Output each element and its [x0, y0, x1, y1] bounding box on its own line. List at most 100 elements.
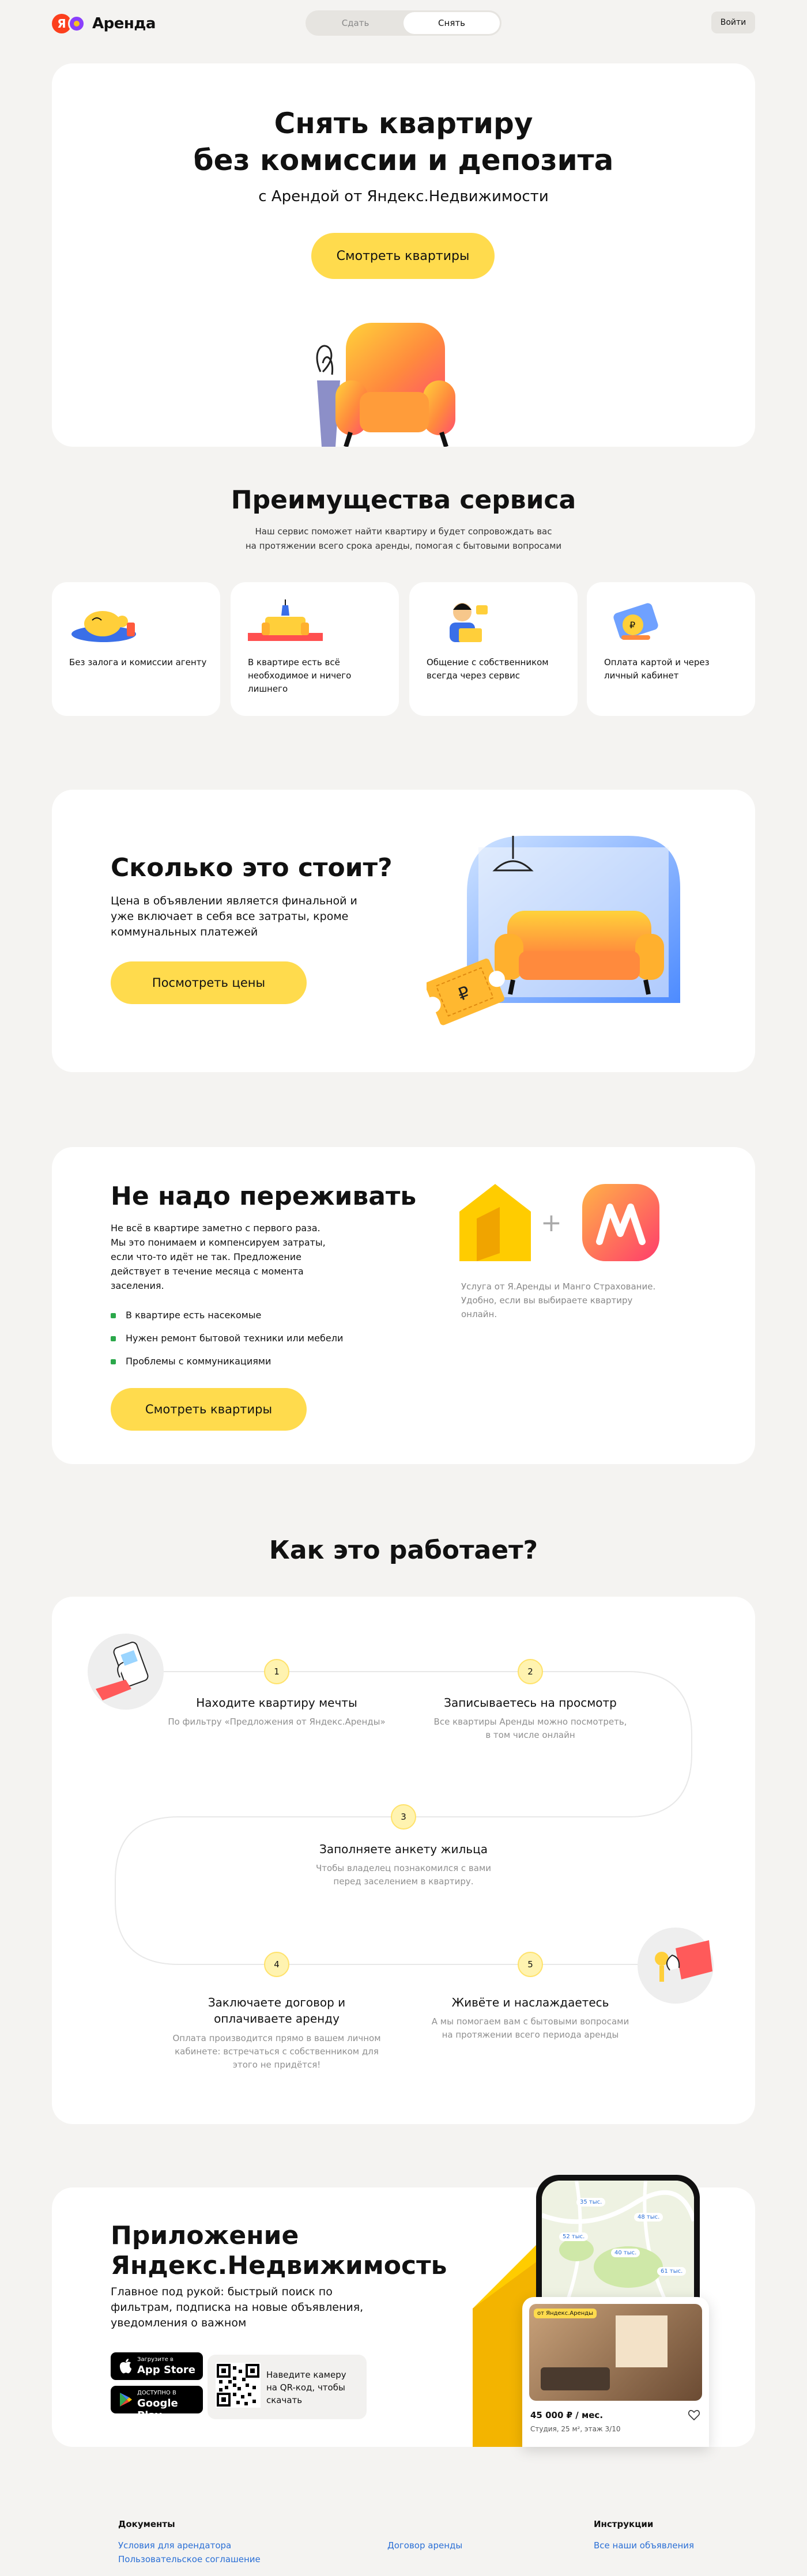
price-title: Сколько это стоит?	[111, 853, 393, 882]
guarantee-section: Не надо переживать Не всё в квартире зам…	[52, 1147, 755, 1464]
hero-subtitle: с Арендой от Яндекс.Недвижимости	[258, 188, 549, 205]
map-pin[interactable]: 40 тыс.	[611, 2249, 640, 2257]
step-number-3: 3	[391, 1804, 416, 1830]
logo[interactable]: Я Аренда	[52, 14, 156, 33]
listing-card[interactable]: от Яндекс.Аренды 45 000 ₽ / мес. Студия,…	[522, 2297, 709, 2447]
step-number-4: 4	[264, 1952, 289, 1977]
footer-link-tenant-terms[interactable]: Условия для арендатора	[118, 2539, 261, 2552]
guarantee-title: Не надо переживать	[111, 1182, 417, 1211]
hero-title-line1: Снять квартиру	[274, 107, 533, 140]
step-text-1: По фильтру «Предложения от Яндекс.Аренды…	[168, 1717, 386, 1727]
listing-badge: от Яндекс.Аренды	[534, 2309, 597, 2318]
arenda-logo-icon	[68, 15, 85, 32]
svg-text:₽: ₽	[629, 620, 635, 631]
listing-sofa	[541, 2367, 610, 2390]
list-item: В квартире есть насекомые	[111, 1304, 343, 1327]
insurance-text: Услуга от Я.Аренды и Манго Страхование. …	[461, 1281, 656, 1319]
app-store-label: App Store	[137, 2364, 195, 2376]
hand-keys-icon	[638, 1928, 714, 2004]
map-pin[interactable]: 35 тыс.	[576, 2198, 606, 2207]
google-play-small-label: ДОСТУПНО В	[137, 2390, 176, 2396]
step-title-2: Записываетесь на просмотр	[444, 1696, 617, 1710]
header: Я Аренда Сдать Снять Войти	[0, 0, 807, 46]
view-prices-button[interactable]: Посмотреть цены	[111, 961, 307, 1004]
guarantee-description: Не всё в квартире заметно с первого раза…	[111, 1223, 326, 1291]
map-view	[542, 2181, 694, 2307]
step-title-5: Живёте и наслаждаетесь	[451, 1996, 609, 2009]
footer-link-all-listings[interactable]: Все наши объявления	[594, 2539, 694, 2552]
yandex-arenda-house-logo-icon	[459, 1184, 531, 1261]
footer-link-user-agreement[interactable]: Пользовательское соглашение	[118, 2552, 261, 2566]
step-number-1: 1	[264, 1659, 289, 1684]
footer-documents: Документы Условия для арендатора Пользов…	[118, 2519, 261, 2566]
app-title: Приложение Яндекс.Недвижимость	[111, 2221, 447, 2281]
step-title-4: Заключаете договор и оплачиваете аренду	[208, 1996, 346, 2026]
google-play-button[interactable]: ДОСТУПНО В Google Play	[111, 2386, 203, 2422]
footer-instructions: Инструкции Все наши объявления	[594, 2519, 694, 2552]
armchair-illustration	[316, 323, 455, 447]
apple-icon	[119, 2359, 131, 2374]
tab-sdat[interactable]: Сдать	[307, 12, 404, 34]
piggy-bank-icon	[71, 611, 136, 642]
advantage-text: Общение с собственником всегда через сер…	[427, 657, 549, 681]
footer-documents-heading: Документы	[118, 2519, 175, 2529]
app-store-small-label: Загрузите в	[137, 2356, 174, 2363]
how-it-works-title: Как это работает?	[269, 1536, 538, 1565]
map-pin[interactable]: 61 тыс.	[657, 2267, 687, 2276]
step-text-2: Все квартиры Аренды можно посмотреть, в …	[433, 1717, 627, 1740]
google-play-label: Google Play	[137, 2397, 178, 2422]
app-description: Главное под рукой: быстрый поиск по филь…	[111, 2285, 364, 2329]
view-apartments-button-2[interactable]: Смотреть квартиры	[111, 1388, 307, 1431]
guarantee-list: В квартире есть насекомые Нужен ремонт б…	[111, 1304, 343, 1373]
app-title-line1: Приложение	[111, 2221, 299, 2250]
map-pin[interactable]: 52 тыс.	[559, 2232, 589, 2241]
page: Я Аренда Сдать Снять Войти Снять квартир…	[0, 0, 807, 2576]
step-text-5: А мы помогаем вам с бытовыми вопросами н…	[431, 2016, 629, 2040]
advantage-text: Без залога и комиссии агенту	[69, 657, 207, 667]
sofa-lamp-icon	[248, 599, 323, 641]
advantages-subtitle-line1: Наш сервис поможет найти квартиру и буде…	[255, 526, 552, 537]
footer: Документы Условия для арендатора Пользов…	[0, 2513, 807, 2576]
list-item: Нужен ремонт бытовой техники или мебели	[111, 1327, 343, 1350]
step-number-2: 2	[518, 1659, 543, 1684]
advantage-card-no-deposit: Без залога и комиссии агенту	[52, 582, 220, 716]
favorite-heart-icon[interactable]	[688, 2410, 700, 2420]
how-it-works-section: 1 Находите квартиру мечты По фильтру «Пр…	[52, 1597, 755, 2124]
price-section: Сколько это стоит? Цена в объявлении явл…	[52, 790, 755, 1072]
listing-photo: от Яндекс.Аренды	[529, 2304, 702, 2401]
listing-description: Студия, 25 м², этаж 3/10	[530, 2425, 621, 2433]
app-title-line2: Яндекс.Недвижимость	[111, 2251, 447, 2280]
price-description: Цена в объявлении является финальной и у…	[111, 895, 357, 938]
qr-code-block: Наведите камеру на QR-код, чтобы скачать	[208, 2355, 367, 2419]
list-item: Проблемы с коммуникациями	[111, 1350, 343, 1373]
advantage-card-payment: ₽ Оплата картой и через личный кабинет	[587, 582, 755, 716]
view-apartments-button[interactable]: Смотреть квартиры	[311, 233, 495, 279]
rent-mode-switcher: Сдать Снять	[306, 10, 501, 36]
logo-text: Аренда	[92, 15, 156, 32]
qr-code-icon	[216, 2363, 261, 2408]
advantages-subtitle: Наш сервис поможет найти квартиру и буде…	[231, 525, 576, 553]
qr-instruction: Наведите камеру на QR-код, чтобы скачать	[266, 2370, 346, 2405]
hand-phone-icon	[88, 1634, 164, 1710]
app-section: Приложение Яндекс.Недвижимость Главное п…	[52, 2175, 755, 2447]
tab-snyat[interactable]: Снять	[404, 12, 500, 34]
sofa-room-illustration: ₽	[427, 836, 680, 1025]
listing-price: 45 000 ₽ / мес.	[530, 2410, 604, 2420]
card-payment-icon: ₽	[613, 603, 658, 640]
advantages-subtitle-line2: на протяжении всего срока аренды, помога…	[245, 541, 562, 551]
step-text-4: Оплата производится прямо в вашем личном…	[172, 2033, 381, 2070]
advantage-text: Оплата картой и через личный кабинет	[604, 657, 710, 681]
map-pin[interactable]: 48 тыс.	[634, 2213, 663, 2222]
step-number-5: 5	[518, 1952, 543, 1977]
login-button[interactable]: Войти	[711, 12, 755, 33]
step-title-1: Находите квартиру мечты	[196, 1696, 357, 1710]
footer-link-rent-contract[interactable]: Договор аренды	[387, 2539, 462, 2552]
step-title-3: Заполняете анкету жильца	[319, 1842, 488, 1856]
google-play-icon	[120, 2393, 132, 2407]
hero-section: Снять квартиру без комиссии и депозита с…	[52, 63, 755, 447]
hero-title-line2: без комиссии и депозита	[193, 144, 614, 177]
footer-contracts: Договор аренды	[387, 2519, 462, 2552]
advantage-card-furnished: В квартире есть всё необходимое и ничего…	[231, 582, 399, 716]
app-store-button[interactable]: Загрузите в App Store	[111, 2352, 203, 2380]
hero-title: Снять квартиру без комиссии и депозита	[52, 105, 755, 179]
